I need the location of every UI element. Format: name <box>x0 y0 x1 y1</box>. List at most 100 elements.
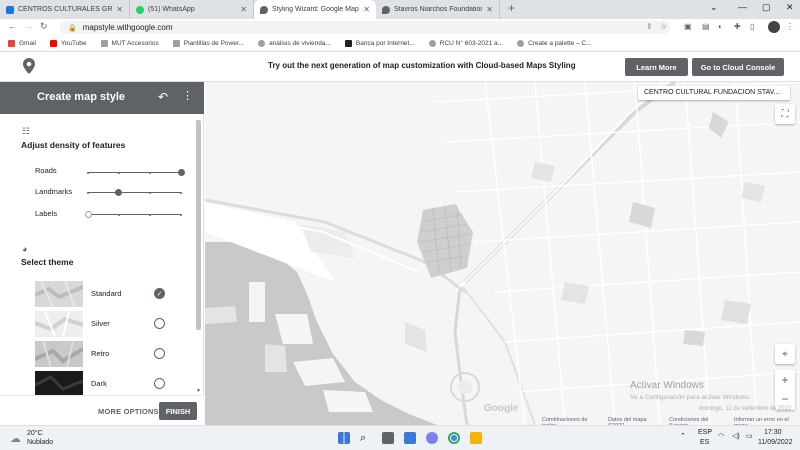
zoom-in-button[interactable]: + <box>781 371 788 390</box>
browser-tab[interactable]: CENTROS CULTURALES GRUPO 3 (1) ✕ <box>0 0 130 19</box>
slider-tick <box>180 213 182 216</box>
url-text: mapstyle.withgoogle.com <box>82 23 173 32</box>
theme-option-dark[interactable]: Dark <box>35 371 175 397</box>
language-indicator-top[interactable]: ESP <box>698 429 712 436</box>
browser-tab[interactable]: Stavros Niarchos Foundation Cultural ✕ <box>376 0 500 19</box>
language-indicator-bottom[interactable]: ES <box>700 439 709 446</box>
radio-button[interactable] <box>154 318 165 329</box>
extension-icon[interactable]: ▤ <box>702 22 710 31</box>
slider-knob[interactable] <box>84 211 92 218</box>
bookmark-item[interactable]: Gmail <box>8 40 36 47</box>
battery-icon[interactable]: ▭ <box>746 432 753 440</box>
maximize-icon[interactable]: ▢ <box>762 2 771 13</box>
cloud-console-button[interactable]: Go to Cloud Console <box>692 58 784 76</box>
check-icon[interactable]: ✓ <box>154 288 165 299</box>
more-vert-icon[interactable]: ⋮ <box>182 89 193 102</box>
bookmark-item[interactable]: Banca por Internet... <box>344 40 415 47</box>
close-icon[interactable]: ✕ <box>240 5 247 14</box>
minimize-icon[interactable]: — <box>738 2 747 12</box>
slider-knob[interactable] <box>177 169 185 176</box>
task-view-icon[interactable] <box>382 432 394 444</box>
learn-more-button[interactable]: Learn More <box>625 58 688 76</box>
landmarks-slider[interactable] <box>87 189 182 196</box>
theme-option-retro[interactable]: Retro <box>35 341 175 367</box>
close-icon[interactable]: ✕ <box>363 5 370 14</box>
drive-icon <box>6 5 14 14</box>
labels-slider[interactable] <box>84 211 182 218</box>
bookmark-item[interactable]: MUT Accesorios <box>100 40 159 47</box>
radio-button[interactable] <box>154 348 165 359</box>
map-data-text: Datos del mapa ©2022 <box>607 417 647 425</box>
close-window-icon[interactable]: ✕ <box>786 2 794 13</box>
bookmark-item[interactable]: Plantillas de Power... <box>172 40 244 47</box>
close-icon[interactable]: ✕ <box>116 5 123 14</box>
extension-icon[interactable]: ◐ <box>718 22 723 31</box>
browser-tab[interactable]: (51) WhatsApp ✕ <box>130 0 254 19</box>
promo-text: Try out the next generation of map custo… <box>268 61 576 70</box>
sidebar-scrollbar[interactable] <box>196 120 201 330</box>
extension-icon[interactable]: ▣ <box>684 22 692 31</box>
weather-description[interactable]: Nublado <box>27 439 53 446</box>
maps-pin-icon <box>260 5 268 14</box>
sidebar-icon[interactable]: ▯ <box>750 22 754 31</box>
bookmark-item[interactable]: análisis de vivienda... <box>258 40 331 47</box>
share-icon[interactable]: ⇪ <box>646 22 653 31</box>
wifi-icon[interactable]: ◠ <box>718 432 724 440</box>
radio-button[interactable] <box>154 378 165 389</box>
windows-activation-date: domingo, 11 de setiembre de 2022 <box>699 406 792 412</box>
slider-tick <box>87 191 89 194</box>
menu-dots-icon[interactable]: ⋮ <box>786 22 794 31</box>
clock-date[interactable]: 11/09/2022 <box>758 439 793 446</box>
roads-slider[interactable] <box>87 169 185 176</box>
windows-activation-subtitle: Ve a Configuración para activar Windows. <box>630 394 751 401</box>
page-icon <box>258 40 266 47</box>
back-icon[interactable]: ← <box>8 21 17 31</box>
maps-pin-icon <box>382 5 390 14</box>
keyboard-shortcuts-link[interactable]: Combinaciones de teclas <box>542 417 600 425</box>
windows-start-icon[interactable] <box>338 432 350 444</box>
theme-thumbnail <box>35 311 83 337</box>
file-explorer-icon[interactable] <box>470 432 482 444</box>
chrome-icon[interactable] <box>448 432 460 444</box>
volume-icon[interactable]: ◁) <box>732 432 740 440</box>
bookmark-item[interactable]: Create a palette – C... <box>517 40 592 47</box>
browser-tab-active[interactable]: Styling Wizard: Google Maps API ✕ <box>254 0 376 19</box>
more-options-button[interactable]: MORE OPTIONS <box>98 407 159 416</box>
clock-time[interactable]: 17:30 <box>764 429 782 436</box>
app-header: Try out the next generation of map custo… <box>0 52 800 82</box>
bookmark-item[interactable]: YouTube <box>49 40 87 47</box>
youtube-icon <box>49 40 57 47</box>
chevron-up-icon[interactable]: ⌃ <box>680 432 686 440</box>
bookmarks-bar: Gmail YouTube MUT Accesorios Plantillas … <box>0 36 800 52</box>
slider-knob[interactable] <box>115 189 123 196</box>
reload-icon[interactable]: ↻ <box>40 21 48 32</box>
sidebar-title: Create map style <box>37 91 126 103</box>
widgets-icon[interactable] <box>404 432 416 444</box>
new-tab-button[interactable]: + <box>508 1 515 15</box>
finish-button[interactable]: FINISH <box>159 402 197 420</box>
place-label[interactable]: CENTRO CULTURAL FUNDACION STAV... <box>638 86 790 100</box>
forward-icon[interactable]: → <box>24 21 33 31</box>
map-canvas[interactable]: CENTRO CULTURAL FUNDACION STAV... ⛶ ⌖ + … <box>205 82 800 425</box>
tab-label: Stavros Niarchos Foundation Cultural <box>394 6 483 13</box>
undo-icon[interactable]: ↶ <box>158 90 168 104</box>
report-error-link[interactable]: Informar un error en el mapa <box>734 417 800 425</box>
bookmark-item[interactable]: RCU N° 603-2021 a... <box>428 40 503 47</box>
puzzle-icon[interactable]: ✚ <box>734 22 741 31</box>
chevron-down-icon[interactable]: ⌄ <box>710 2 718 13</box>
theme-option-silver[interactable]: Silver <box>35 311 175 337</box>
terms-link[interactable]: Condiciones del Servicio <box>669 417 726 425</box>
close-icon[interactable]: ✕ <box>486 5 493 14</box>
avatar[interactable] <box>768 21 780 33</box>
palette-icon: ◕ <box>22 244 28 254</box>
slider-label: Roads <box>35 166 57 175</box>
weather-temperature[interactable]: 20°C <box>27 430 43 437</box>
fullscreen-button[interactable]: ⛶ <box>775 104 795 124</box>
search-icon[interactable]: ⌕ <box>360 432 372 444</box>
bookmark-star-icon[interactable]: ☆ <box>660 22 667 31</box>
address-bar[interactable]: 🔒 mapstyle.withgoogle.com <box>60 21 670 34</box>
location-button[interactable]: ⌖ <box>775 344 795 364</box>
theme-option-standard[interactable]: Standard ✓ <box>35 281 175 307</box>
chat-icon[interactable] <box>426 432 438 444</box>
scroll-down-icon[interactable]: ▼ <box>196 388 201 394</box>
